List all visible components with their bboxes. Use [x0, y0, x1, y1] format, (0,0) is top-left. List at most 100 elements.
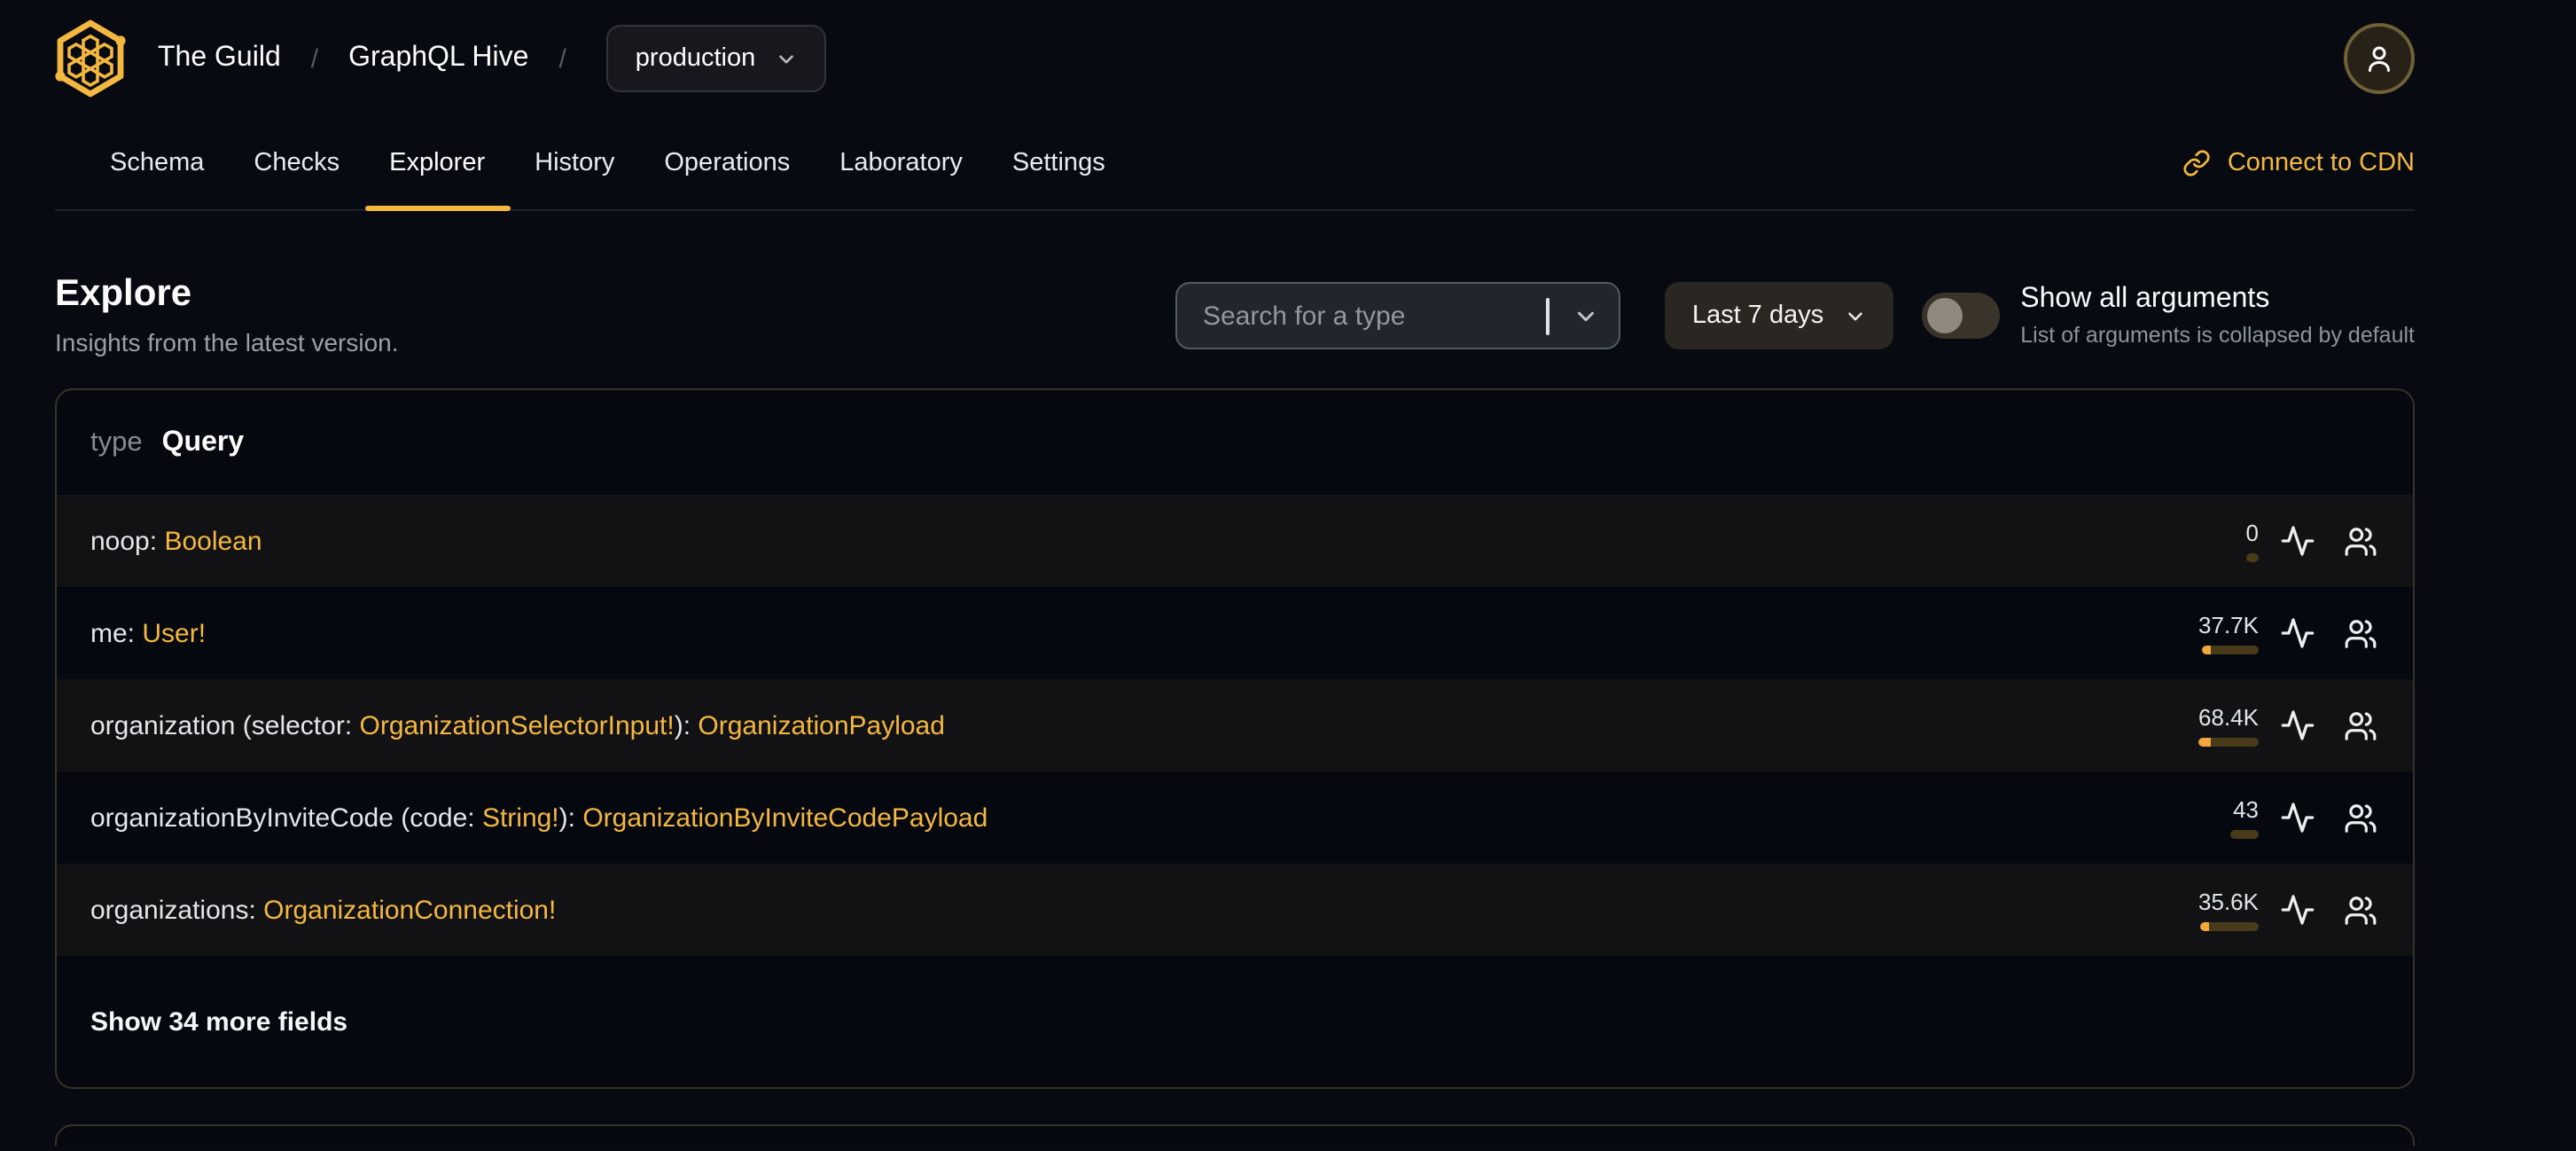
- usage-count: 35.6K: [2198, 888, 2259, 914]
- field-text: organizationByInviteCode (code:: [90, 803, 482, 833]
- page-titles: Explore Insights from the latest version…: [55, 275, 399, 356]
- field-row[interactable]: organization (selector: OrganizationSele…: [57, 679, 2413, 771]
- activity-icon[interactable]: [2278, 521, 2317, 560]
- type-card-query: type Query noop: Boolean 0 me: User! 37.…: [55, 388, 2415, 1089]
- tab-label: Operations: [664, 149, 791, 177]
- user-icon: [2363, 43, 2395, 74]
- usage-bar-fill: [2198, 737, 2211, 746]
- activity-icon[interactable]: [2278, 890, 2317, 929]
- activity-icon[interactable]: [2278, 614, 2317, 653]
- field-text: me:: [90, 618, 143, 648]
- usage-bar: [2200, 921, 2259, 930]
- hive-logo-icon[interactable]: [55, 20, 126, 98]
- field-text: organization (selector:: [90, 710, 360, 740]
- field-signature: organization (selector: OrganizationSele…: [90, 710, 2170, 740]
- tab-label: Settings: [1011, 149, 1105, 177]
- field-row[interactable]: noop: Boolean 0: [57, 495, 2413, 587]
- breadcrumb-org[interactable]: The Guild: [158, 43, 281, 74]
- field-rows: noop: Boolean 0 me: User! 37.7K organiza…: [57, 495, 2413, 956]
- usage-bar: [2202, 645, 2259, 654]
- tab-label: Laboratory: [839, 149, 963, 177]
- show-more-fields-button[interactable]: Show 34 more fields: [57, 956, 2413, 1087]
- field-text: ):: [558, 803, 583, 833]
- type-keyword: type: [90, 427, 143, 457]
- field-text: noop:: [90, 526, 165, 556]
- field-text: ):: [674, 710, 699, 740]
- usage-bar: [2246, 552, 2259, 561]
- main-content: Explore Insights from the latest version…: [0, 211, 2576, 1146]
- field-type[interactable]: OrganizationByInviteCodePayload: [582, 803, 987, 833]
- field-text: organizations:: [90, 895, 264, 925]
- tab-label: History: [535, 149, 615, 177]
- toggle-label: Show all arguments: [2020, 284, 2270, 314]
- activity-icon[interactable]: [2278, 798, 2317, 837]
- users-icon[interactable]: [2340, 798, 2379, 837]
- tab-label: Explorer: [389, 149, 486, 177]
- field-type[interactable]: Boolean: [164, 526, 262, 556]
- field-usage: 0: [2170, 521, 2259, 561]
- chevron-down-icon: [775, 47, 798, 70]
- field-type[interactable]: OrganizationConnection!: [263, 895, 556, 925]
- target-selector-dropdown[interactable]: production: [606, 25, 827, 92]
- usage-bar-fill: [2200, 921, 2209, 930]
- usage-bar: [2230, 829, 2259, 838]
- users-icon[interactable]: [2340, 890, 2379, 929]
- users-icon[interactable]: [2340, 521, 2379, 560]
- field-usage: 43: [2170, 797, 2259, 838]
- usage-bar: [2198, 737, 2259, 746]
- field-type[interactable]: User!: [142, 618, 206, 648]
- field-usage: 37.7K: [2170, 613, 2259, 654]
- explorer-controls: Last 7 days Show all arguments List of a…: [1175, 282, 2415, 349]
- field-signature: organizations: OrganizationConnection!: [90, 895, 2170, 925]
- connect-to-cdn-label: Connect to CDN: [2227, 149, 2415, 177]
- users-icon[interactable]: [2340, 614, 2379, 653]
- activity-icon[interactable]: [2278, 706, 2317, 745]
- field-signature: organizationByInviteCode (code: String!)…: [90, 803, 2170, 833]
- field-usage: 68.4K: [2170, 705, 2259, 746]
- tab-label: Checks: [254, 149, 340, 177]
- user-avatar-button[interactable]: [2344, 23, 2415, 94]
- tab-history[interactable]: History: [510, 117, 639, 209]
- link-icon: [2183, 149, 2212, 177]
- period-filter-value: Last 7 days: [1691, 301, 1824, 330]
- field-type[interactable]: OrganizationSelectorInput!: [360, 710, 675, 740]
- usage-bar-fill: [2202, 645, 2211, 654]
- type-name[interactable]: Query: [162, 427, 245, 458]
- page-title: Explore: [55, 273, 192, 314]
- show-arguments-toggle[interactable]: [1921, 293, 2000, 339]
- toggle-text-block: Show all arguments List of arguments is …: [2020, 284, 2415, 348]
- next-type-card-partial: [55, 1124, 2415, 1146]
- period-filter-button[interactable]: Last 7 days: [1665, 282, 1893, 349]
- tab-laboratory[interactable]: Laboratory: [815, 117, 987, 209]
- page-head: Explore Insights from the latest version…: [55, 275, 2415, 356]
- connect-to-cdn-link[interactable]: Connect to CDN: [2183, 117, 2415, 209]
- toggle-knob: [1926, 298, 1963, 333]
- chevron-down-icon: [1843, 304, 1866, 327]
- breadcrumb-project[interactable]: GraphQL Hive: [348, 43, 528, 74]
- usage-count: 68.4K: [2198, 703, 2259, 730]
- field-type[interactable]: OrganizationPayload: [698, 710, 945, 740]
- breadcrumb: The Guild / GraphQL Hive / production: [55, 0, 2415, 117]
- page-subtitle: Insights from the latest version.: [55, 328, 399, 356]
- tab-schema[interactable]: Schema: [85, 117, 229, 209]
- toggle-description: List of arguments is collapsed by defaul…: [2020, 323, 2415, 348]
- chevron-down-icon[interactable]: [1573, 303, 1600, 339]
- usage-count: 0: [2245, 519, 2259, 545]
- field-type[interactable]: String!: [482, 803, 559, 833]
- tab-checks[interactable]: Checks: [229, 117, 364, 209]
- field-usage: 35.6K: [2170, 889, 2259, 930]
- field-row[interactable]: organizationByInviteCode (code: String!)…: [57, 771, 2413, 864]
- field-row[interactable]: me: User! 37.7K: [57, 587, 2413, 679]
- tab-operations[interactable]: Operations: [639, 117, 815, 209]
- type-card-header: type Query: [57, 390, 2413, 495]
- type-search-combobox: [1175, 282, 1621, 349]
- tab-explorer[interactable]: Explorer: [364, 117, 511, 211]
- usage-count: 43: [2233, 795, 2259, 822]
- users-icon[interactable]: [2340, 706, 2379, 745]
- primary-tabs: Schema Checks Explorer History Operations Lab…: [55, 117, 2415, 211]
- tab-settings[interactable]: Settings: [987, 117, 1130, 209]
- target-selector-value: production: [635, 44, 756, 73]
- field-row[interactable]: organizations: OrganizationConnection! 3…: [57, 864, 2413, 956]
- type-search-input[interactable]: [1177, 301, 1620, 331]
- breadcrumb-separator: /: [310, 43, 319, 74]
